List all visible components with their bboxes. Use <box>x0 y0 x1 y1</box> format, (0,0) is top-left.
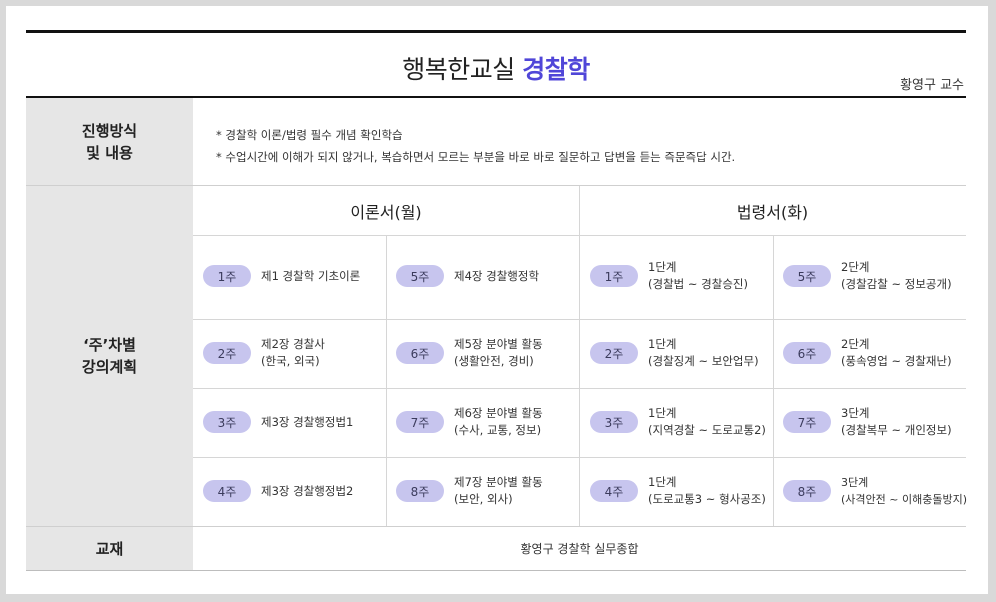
topic-line1: 1단계 <box>648 260 677 274</box>
topic-line1: 제5장 분야별 활동 <box>454 337 543 351</box>
law-week-cell: 3주 1단계 (지역경찰 ~ 도로교통2) <box>590 388 766 456</box>
method-notes: * 경찰학 이론/법령 필수 개념 확인학습 * 수업시간에 이해가 되지 않거… <box>216 124 735 168</box>
law-week-cell: 1주 1단계 (경찰법 ~ 경찰승진) <box>590 242 748 310</box>
week-badge: 4주 <box>590 480 638 502</box>
note-item: * 경찰학 이론/법령 필수 개념 확인학습 <box>216 128 403 142</box>
theory-week-cell: 4주 제3장 경찰행정법2 <box>203 457 353 525</box>
topic-line2: (풍속영업 ~ 경찰재난) <box>841 354 952 368</box>
topic-line1: 1단계 <box>648 475 677 489</box>
topic-line2: (사격안전 ~ 이해충돌방지) <box>841 493 967 506</box>
topic-line2: (보안, 외사) <box>454 492 513 506</box>
topic-line2: (생활안전, 경비) <box>454 354 534 368</box>
week-badge: 3주 <box>203 411 251 433</box>
plan-label: ‘주’차별 강의계획 <box>26 186 193 526</box>
theory-week-cell: 3주 제3장 경찰행정법1 <box>203 388 353 456</box>
lecture-plan-card: 행복한교실 경찰학 황영구 교수 진행방식 및 내용 * 경찰학 이론/법령 필… <box>6 6 988 594</box>
topic-line1: 제7장 분야별 활동 <box>454 475 543 489</box>
topic-line1: 제6장 분야별 활동 <box>454 406 543 420</box>
theory-header: 이론서(월) <box>350 203 422 222</box>
grid-line <box>386 235 387 526</box>
method-label-line1: 진행방식 <box>81 121 138 140</box>
textbook-value: 황영구 경찰학 실무종합 <box>520 542 639 556</box>
topic-line1: 3단계 <box>841 406 870 420</box>
week-badge: 7주 <box>783 411 831 433</box>
week-badge: 2주 <box>203 342 251 364</box>
title-accent: 경찰학 <box>522 55 590 84</box>
topic-line1: 1단계 <box>648 406 677 420</box>
topic-line1: 1단계 <box>648 337 677 351</box>
week-badge: 5주 <box>396 265 444 287</box>
note-item: * 수업시간에 이해가 되지 않거나, 복습하면서 모르는 부분을 바로 바로 … <box>216 150 736 164</box>
law-week-cell: 6주 2단계 (풍속영업 ~ 경찰재난) <box>783 319 952 387</box>
top-rule <box>26 30 966 33</box>
topic-line1: 제1 경찰학 기초이론 <box>261 268 361 283</box>
method-label: 진행방식 및 내용 <box>26 98 193 185</box>
topic-line1: 2단계 <box>841 260 870 274</box>
theory-week-cell: 8주 제7장 분야별 활동 (보안, 외사) <box>396 457 543 525</box>
topic-line2: (한국, 외국) <box>261 354 320 368</box>
title-main: 행복한교실 <box>402 55 515 84</box>
week-badge: 3주 <box>590 411 638 433</box>
week-badge: 7주 <box>396 411 444 433</box>
plan-label-line2: 강의계획 <box>81 358 138 376</box>
law-week-cell: 8주 3단계 (사격안전 ~ 이해충돌방지) <box>783 457 967 525</box>
week-badge: 6주 <box>783 342 831 364</box>
topic-line1: 제4장 경찰행정학 <box>454 268 540 283</box>
topic-line1: 3단계 <box>841 476 869 489</box>
law-week-cell: 2주 1단계 (경찰징계 ~ 보안업무) <box>590 319 759 387</box>
theory-week-cell: 5주 제4장 경찰행정학 <box>396 242 539 310</box>
method-label-line2: 및 내용 <box>86 143 133 162</box>
week-badge: 8주 <box>783 480 831 502</box>
law-header: 법령서(화) <box>736 203 809 222</box>
topic-line1: 제3장 경찰행정법1 <box>261 414 354 429</box>
week-badge: 8주 <box>396 480 444 502</box>
topic-line1: 제2장 경찰사 <box>261 337 325 351</box>
law-week-cell: 4주 1단계 (도로교통3 ~ 형사공조) <box>590 457 766 525</box>
theory-week-cell: 2주 제2장 경찰사 (한국, 외국) <box>203 319 325 387</box>
topic-line2: (경찰복무 ~ 개인정보) <box>841 423 952 437</box>
week-badge: 1주 <box>590 265 638 287</box>
topic-line2: (경찰징계 ~ 보안업무) <box>648 354 759 368</box>
grid-line <box>773 235 774 526</box>
page-title: 행복한교실 경찰학 <box>26 50 966 86</box>
textbook-label: 교재 <box>26 527 193 570</box>
bottom-rule <box>26 570 966 571</box>
topic-line2: (경찰감찰 ~ 정보공개) <box>841 277 952 291</box>
plan-label-line1: ‘주’차별 <box>83 336 136 354</box>
theory-week-cell: 7주 제6장 분야별 활동 (수사, 교통, 정보) <box>396 388 543 456</box>
theory-week-cell: 1주 제1 경찰학 기초이론 <box>203 242 360 310</box>
theory-week-cell: 6주 제5장 분야별 활동 (생활안전, 경비) <box>396 319 543 387</box>
professor-name: 황영구 교수 <box>900 78 964 93</box>
grid-line <box>579 186 580 526</box>
law-week-cell: 5주 2단계 (경찰감찰 ~ 정보공개) <box>783 242 952 310</box>
week-badge: 4주 <box>203 480 251 502</box>
week-badge: 2주 <box>590 342 638 364</box>
week-badge: 6주 <box>396 342 444 364</box>
week-badge: 5주 <box>783 265 831 287</box>
topic-line1: 제3장 경찰행정법2 <box>261 483 354 498</box>
topic-line1: 2단계 <box>841 337 870 351</box>
law-week-cell: 7주 3단계 (경찰복무 ~ 개인정보) <box>783 388 952 456</box>
topic-line2: (지역경찰 ~ 도로교통2) <box>648 423 766 437</box>
topic-line2: (수사, 교통, 정보) <box>454 423 542 437</box>
topic-line2: (경찰법 ~ 경찰승진) <box>648 277 748 291</box>
topic-line2: (도로교통3 ~ 형사공조) <box>648 492 766 506</box>
week-badge: 1주 <box>203 265 251 287</box>
